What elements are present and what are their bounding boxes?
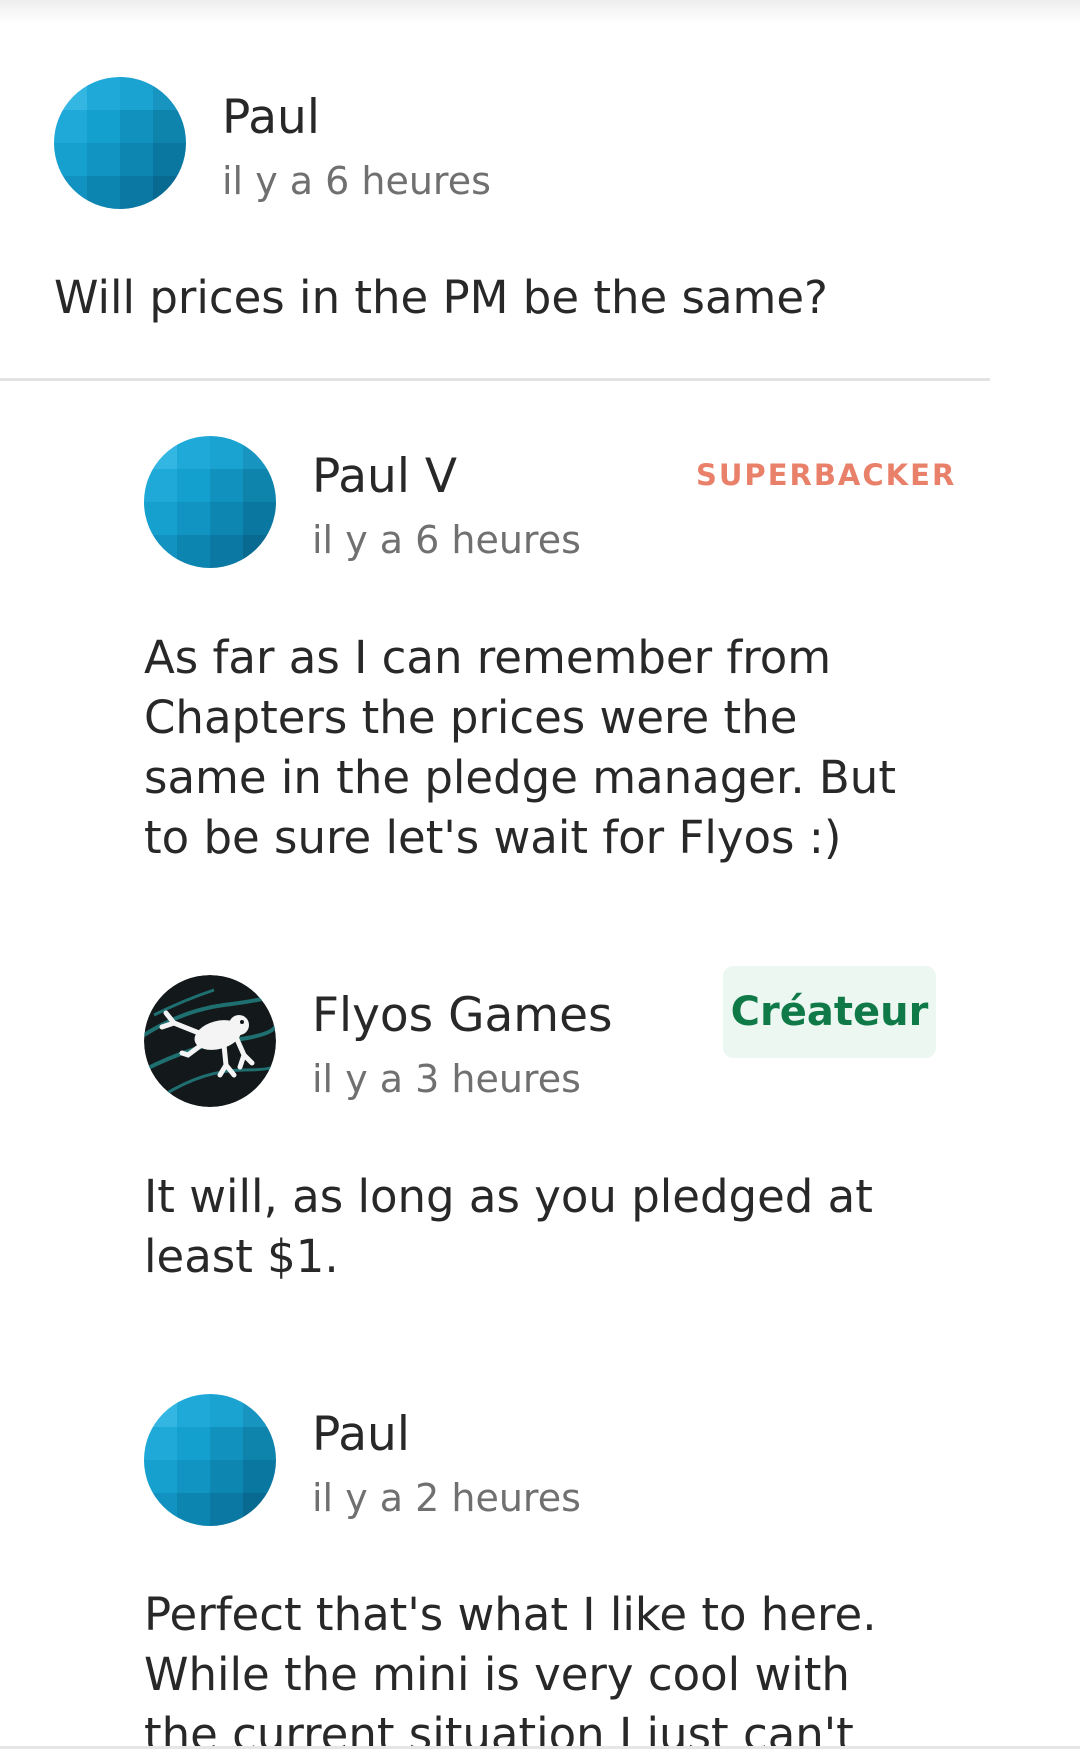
comment-body: Will prices in the PM be the same? bbox=[54, 271, 828, 324]
user-avatar-icon[interactable] bbox=[144, 436, 276, 568]
comment-author[interactable]: Flyos Games bbox=[312, 992, 613, 1039]
thread-divider bbox=[0, 378, 990, 381]
comment-body: As far as I can remember from Chapters t… bbox=[144, 631, 896, 864]
comment-timestamp: il y a 6 heures bbox=[222, 159, 491, 203]
comment-timestamp: il y a 6 heures bbox=[312, 518, 581, 562]
comment-body: It will, as long as you pledged at least… bbox=[144, 1170, 873, 1283]
comment-timestamp: il y a 3 heures bbox=[312, 1057, 581, 1101]
comments-thread: Paul il y a 6 heures Will prices in the … bbox=[0, 0, 1080, 1746]
comment-timestamp: il y a 2 heures bbox=[312, 1476, 581, 1520]
comment-author[interactable]: Paul bbox=[312, 1411, 410, 1458]
comment-author[interactable]: Paul V bbox=[312, 453, 457, 500]
user-avatar-icon[interactable] bbox=[144, 1394, 276, 1526]
superbacker-badge: SUPERBACKER bbox=[696, 458, 957, 492]
comment-author[interactable]: Paul bbox=[222, 94, 320, 141]
user-avatar-icon[interactable] bbox=[54, 77, 186, 209]
creator-badge: Créateur bbox=[723, 966, 936, 1058]
comment-body: Perfect that's what I like to here. Whil… bbox=[144, 1588, 877, 1746]
bottom-divider bbox=[0, 1746, 1080, 1749]
frog-logo-avatar-icon[interactable] bbox=[144, 975, 276, 1107]
